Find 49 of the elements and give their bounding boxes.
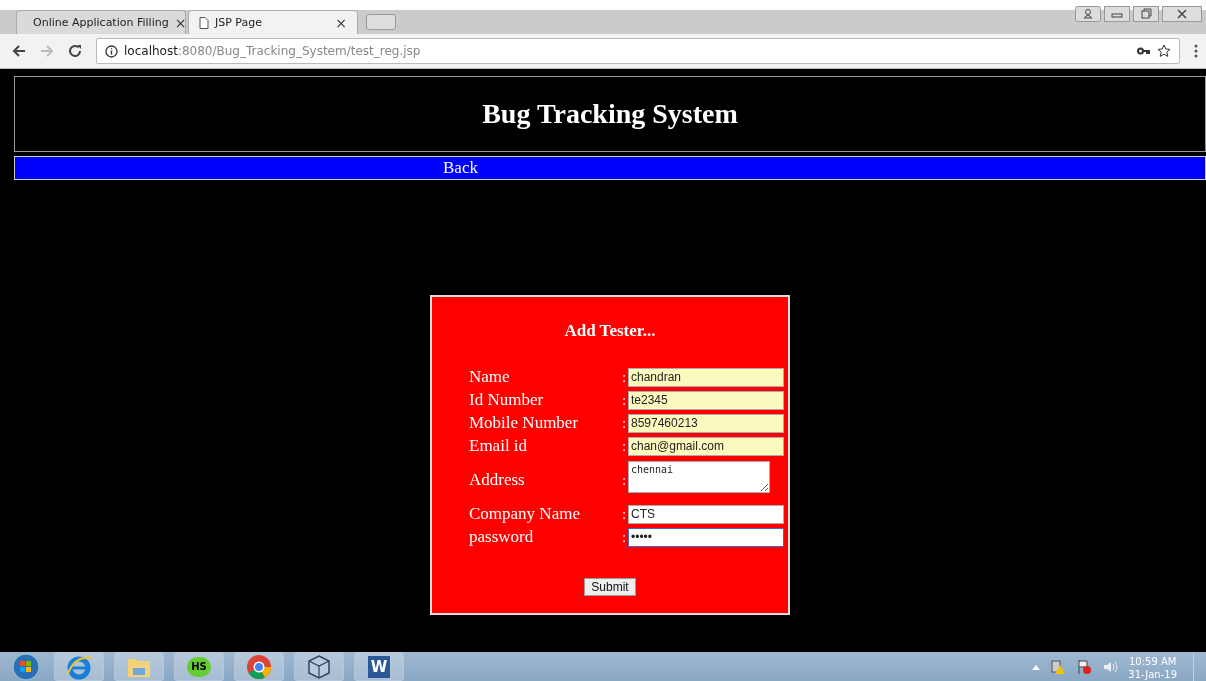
input-field[interactable]: 8597460213	[628, 413, 784, 433]
colon-separator: :	[620, 368, 628, 386]
flag-error-icon[interactable]	[1076, 658, 1093, 675]
colon-separator: :	[620, 391, 628, 409]
field-label: password	[469, 527, 535, 547]
input-field[interactable]: •••••	[628, 527, 784, 547]
word-icon[interactable]: W	[368, 655, 390, 678]
field-label: Address	[469, 470, 526, 490]
restore-icon[interactable]	[1133, 6, 1159, 22]
info-icon	[105, 44, 118, 58]
close-icon[interactable]	[1162, 6, 1202, 22]
close-icon[interactable]: ×	[335, 14, 347, 31]
colon-separator: :	[620, 505, 628, 523]
field-label: Name	[469, 367, 511, 387]
menu-icon[interactable]	[1194, 44, 1198, 58]
key-icon[interactable]	[1137, 46, 1151, 56]
form-heading: Add Tester...	[563, 321, 657, 341]
minimize-icon[interactable]	[1104, 6, 1130, 22]
star-icon[interactable]	[1157, 44, 1171, 58]
input-field[interactable]: chandran	[628, 367, 784, 387]
cube-icon[interactable]	[306, 653, 332, 680]
address-bar[interactable]: localhost:8080/Bug_Tracking_System/test_reg.jsp	[96, 38, 1180, 64]
address-field[interactable]: chennai	[628, 461, 770, 493]
input-field[interactable]: te2345	[628, 390, 784, 410]
colon-separator: :	[620, 528, 628, 546]
field-label: Mobile Number	[469, 413, 580, 433]
colon-separator: :	[620, 437, 628, 455]
colon-separator: :	[620, 414, 628, 432]
chrome-icon[interactable]	[246, 653, 272, 680]
browser-tab[interactable]: Online Application Filling ×	[16, 10, 186, 34]
back-icon[interactable]	[12, 44, 26, 58]
profile-icon[interactable]	[1075, 6, 1101, 22]
app-icon[interactable]: HS	[187, 656, 211, 677]
page-title: Bug Tracking System	[482, 98, 738, 130]
back-link[interactable]: Back	[443, 158, 478, 178]
colon-separator: :	[620, 471, 628, 489]
reload-icon[interactable]	[68, 44, 82, 58]
show-hidden-icons[interactable]	[1032, 663, 1041, 670]
start-button[interactable]	[12, 652, 40, 681]
submit-button[interactable]: Submit	[584, 578, 636, 596]
field-label: Id Number	[469, 390, 545, 410]
input-field[interactable]: CTS	[628, 504, 784, 524]
network-warning-icon[interactable]	[1050, 658, 1067, 675]
close-icon[interactable]: ×	[174, 14, 187, 31]
page-icon	[199, 16, 209, 29]
field-label: Email id	[469, 436, 529, 456]
input-field[interactable]: chan@gmail.com	[628, 436, 784, 456]
browser-tab[interactable]: JSP Page ×	[188, 10, 358, 34]
field-label: Company Name	[469, 504, 581, 524]
